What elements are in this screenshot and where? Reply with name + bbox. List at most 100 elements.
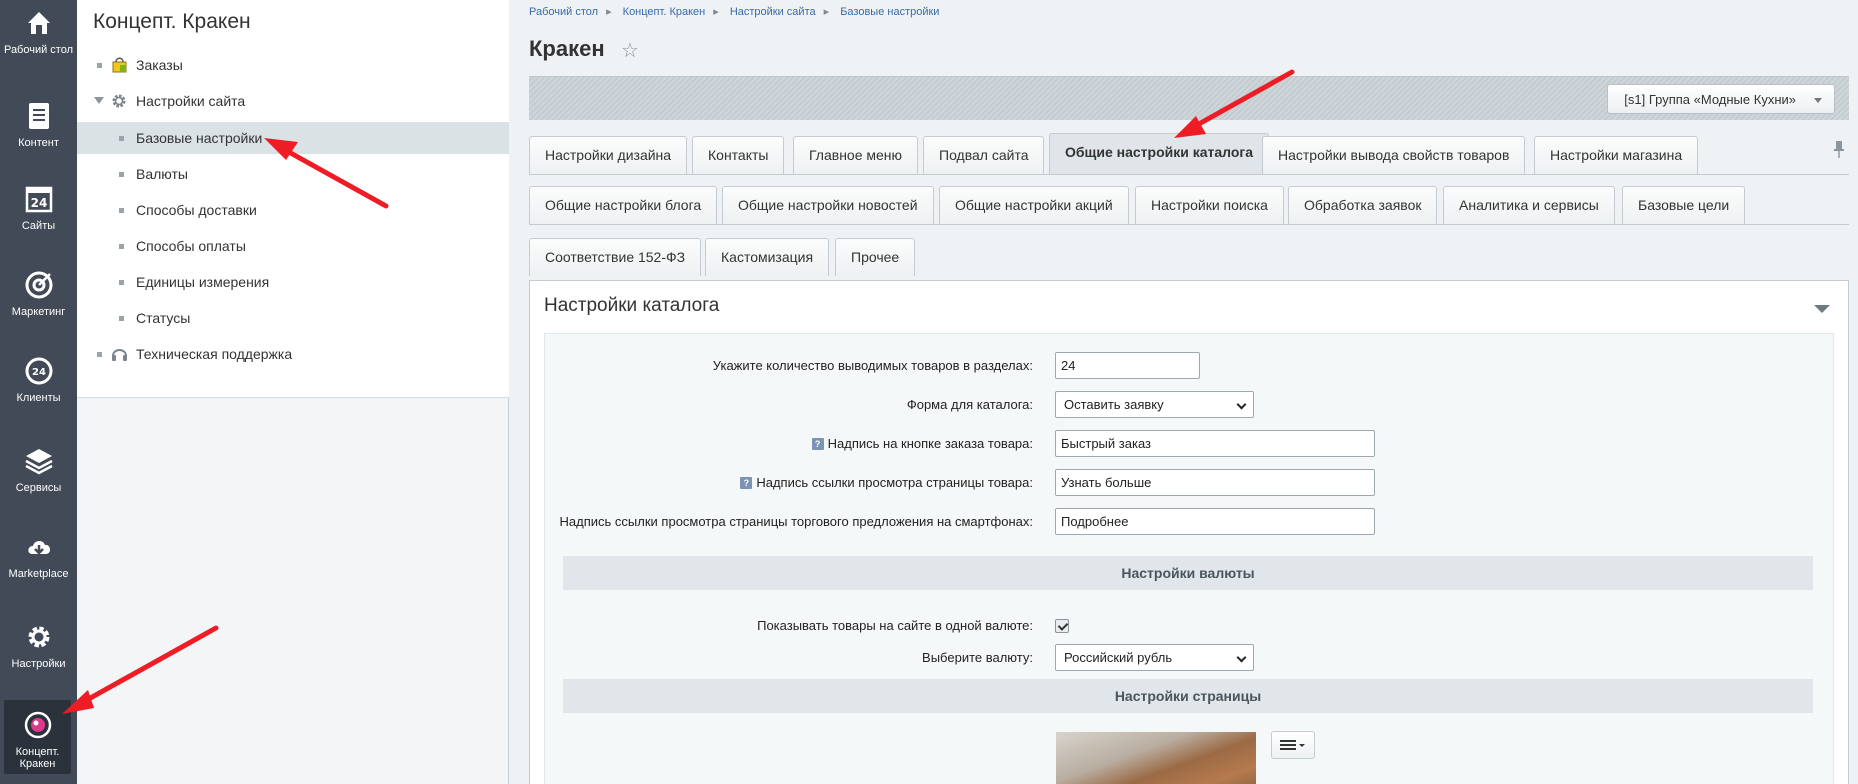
field-label-text: Надпись на кнопке заказа товара: <box>827 436 1033 451</box>
field-label-text: Надпись ссылки просмотра страницы товара… <box>756 475 1033 490</box>
breadcrumb-item[interactable]: Настройки сайта <box>730 6 816 18</box>
offer-link-mobile-input[interactable]: Подробнее <box>1055 508 1375 535</box>
help-icon[interactable]: ? <box>811 438 824 450</box>
field-label: Выберите валюту: <box>922 650 1033 665</box>
bullet <box>119 136 124 141</box>
tab-contacts[interactable]: Контакты <box>692 136 785 174</box>
gear-icon <box>112 94 126 108</box>
tab-label: Настройки магазина <box>1550 147 1683 163</box>
tab-152fz[interactable]: Соответствие 152-ФЗ <box>529 238 702 276</box>
menu-item-statuses[interactable]: Статусы <box>77 302 509 334</box>
breadcrumb-item[interactable]: Рабочий стол <box>529 6 598 18</box>
hamburger-menu-icon <box>1280 740 1305 750</box>
bullet <box>119 244 124 249</box>
tab-analytics[interactable]: Аналитика и сервисы <box>1443 186 1615 224</box>
tab-label: Подвал сайта <box>939 147 1029 163</box>
field-label: Укажите количество выводимых товаров в р… <box>712 358 1033 373</box>
menu-item-payment[interactable]: Способы оплаты <box>77 230 509 262</box>
menu-item-label: Способы оплаты <box>136 238 246 254</box>
shopping-bag-icon <box>112 57 127 73</box>
tab-base-goals[interactable]: Базовые цели <box>1622 186 1746 224</box>
tab-other[interactable]: Прочее <box>835 238 916 276</box>
breadcrumb-item[interactable]: Концепт. Кракен <box>623 6 706 18</box>
document-icon <box>28 103 49 129</box>
tab-label: Настройки дизайна <box>545 147 672 163</box>
menu-item-orders[interactable]: Заказы <box>77 49 509 81</box>
menu-item-site-settings[interactable]: Настройки сайта <box>77 85 509 117</box>
rail-label: Клиенты <box>16 392 61 404</box>
tab-shop-settings[interactable]: Настройки магазина <box>1534 136 1699 174</box>
select-value: Оставить заявку <box>1064 397 1164 412</box>
catalog-settings-panel: Настройки каталога Укажите количество вы… <box>529 280 1849 784</box>
rail-item-kraken[interactable]: Концепт. Кракен <box>4 700 71 774</box>
tab-blog-settings[interactable]: Общие настройки блога <box>529 186 718 224</box>
tab-product-properties[interactable]: Настройки вывода свойств товаров <box>1262 136 1526 174</box>
rail-item-clients[interactable]: 24 Клиенты <box>0 356 77 404</box>
single-currency-checkbox[interactable] <box>1055 619 1069 633</box>
breadcrumb-separator-icon: ▸ <box>823 6 830 18</box>
pin-icon[interactable] <box>1833 140 1845 160</box>
field-label: Надпись ссылки просмотра страницы торгов… <box>559 514 1033 529</box>
tab-label: Соответствие 152-ФЗ <box>545 249 686 265</box>
tab-search-settings[interactable]: Настройки поиска <box>1135 186 1284 224</box>
tab-requests[interactable]: Обработка заявок <box>1288 186 1438 224</box>
rail-label: Сервисы <box>15 482 62 494</box>
menu-item-delivery[interactable]: Способы доставки <box>77 194 509 226</box>
expand-triangle-icon <box>94 97 104 104</box>
image-actions-button[interactable] <box>1271 731 1315 759</box>
target-icon <box>25 271 52 299</box>
rail-item-content[interactable]: Контент <box>0 101 77 149</box>
page-image-preview[interactable] <box>1056 732 1256 784</box>
tab-customization[interactable]: Кастомизация <box>705 238 830 276</box>
menu-item-base-settings[interactable]: Базовые настройки <box>77 122 509 154</box>
tab-main-menu[interactable]: Главное меню <box>793 136 919 174</box>
breadcrumb: Рабочий стол ▸ Концепт. Кракен ▸ Настройки… <box>529 5 947 18</box>
menu-item-label: Валюты <box>136 166 188 182</box>
tab-label: Кастомизация <box>721 249 814 265</box>
chevron-down-icon <box>1236 652 1247 663</box>
rail-item-marketplace[interactable]: Marketplace <box>0 532 77 580</box>
tab-label: Главное меню <box>809 147 903 163</box>
order-button-input[interactable]: Быстрый заказ <box>1055 430 1375 457</box>
rail-item-services[interactable]: Сервисы <box>0 446 77 494</box>
rail-item-sites[interactable]: 24 Сайты <box>0 184 77 232</box>
kraken-logo-icon <box>24 711 51 739</box>
tab-news-settings[interactable]: Общие настройки новостей <box>722 186 934 224</box>
section-currency: Настройки валюты <box>563 556 1813 590</box>
tab-promo-settings[interactable]: Общие настройки акций <box>939 186 1129 224</box>
menu-title: Концепт. Кракен <box>93 10 251 33</box>
bullet <box>97 63 102 68</box>
bullet <box>97 352 102 357</box>
catalog-form-select[interactable]: Оставить заявку <box>1055 391 1254 418</box>
rail-item-settings[interactable]: Настройки <box>0 622 77 670</box>
rail-label: Рабочий стол <box>3 44 74 56</box>
product-link-input[interactable]: Узнать больше <box>1055 469 1375 496</box>
tab-footer[interactable]: Подвал сайта <box>923 136 1045 174</box>
tab-divider <box>529 224 1849 225</box>
panel-title: Настройки каталога <box>544 295 720 316</box>
products-count-input[interactable]: 24 <box>1055 352 1200 379</box>
side-menu-top: Концепт. Кракен Заказы Настройки сайта Б… <box>77 0 509 398</box>
collapse-triangle-icon[interactable] <box>1814 305 1830 313</box>
field-label: Форма для каталога: <box>906 397 1033 412</box>
currency-select[interactable]: Российский рубль <box>1055 644 1254 671</box>
home-icon <box>27 12 50 34</box>
tab-design[interactable]: Настройки дизайна <box>529 136 688 174</box>
rail-item-desktop[interactable]: Рабочий стол <box>0 8 77 56</box>
cloud-download-icon <box>27 540 50 555</box>
help-icon[interactable]: ? <box>740 477 753 489</box>
settings-form: Укажите количество выводимых товаров в р… <box>544 333 1834 784</box>
menu-item-support[interactable]: Техническая поддержка <box>77 338 509 370</box>
menu-item-units[interactable]: Единицы измерения <box>77 266 509 298</box>
chevron-down-icon <box>1236 399 1247 410</box>
gear-icon <box>28 626 49 648</box>
favorite-star-icon[interactable]: ☆ <box>621 38 639 63</box>
rail-item-marketing[interactable]: Маркетинг <box>0 270 77 318</box>
breadcrumb-item[interactable]: Базовые настройки <box>840 6 939 18</box>
layers-icon <box>24 449 53 475</box>
tab-catalog-settings[interactable]: Общие настройки каталога <box>1049 133 1270 174</box>
site-selector[interactable]: [s1] Группа «Модные Кухни» <box>1607 84 1835 114</box>
menu-item-currencies[interactable]: Валюты <box>77 158 509 190</box>
page-title: Кракен <box>529 36 605 61</box>
svg-text:24: 24 <box>30 196 47 210</box>
